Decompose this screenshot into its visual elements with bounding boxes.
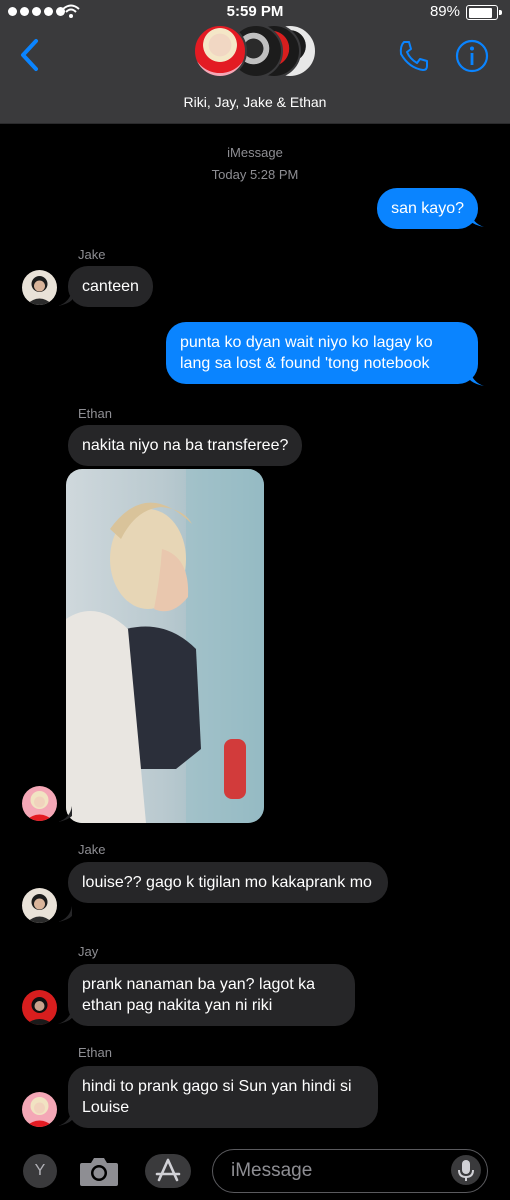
message-input[interactable] [231, 1150, 431, 1191]
service-label: iMessage [227, 145, 283, 160]
incoming-message[interactable]: louise?? gago k tigilan mo kakaprank mo [68, 862, 388, 903]
bubble-tail [58, 906, 72, 922]
thread-timestamp: Today 5:28 PM [211, 167, 299, 182]
bubble-tail [470, 370, 484, 386]
avatar [193, 24, 247, 78]
incoming-message[interactable]: hindi to prank gago si Sun yan hindi si … [68, 1066, 378, 1128]
message-composer: Y [0, 1142, 510, 1200]
sender-name: Jake [78, 247, 106, 262]
bubble-tail [58, 290, 72, 306]
incoming-message[interactable]: nakita niyo na ba transferee? [68, 425, 303, 466]
battery-icon [466, 5, 502, 20]
appstore-button[interactable] [145, 1154, 191, 1188]
bubble-tail [470, 211, 484, 227]
conversation-header: Riki, Jay, Jake & Ethan [0, 24, 510, 124]
incoming-message[interactable]: prank nanaman ba yan? lagot ka ethan pag… [68, 964, 355, 1026]
avatar[interactable] [22, 270, 57, 305]
conversation-title[interactable]: Riki, Jay, Jake & Ethan [0, 94, 510, 110]
appstore-icon [155, 1158, 181, 1182]
chevron-left-icon[interactable] [16, 38, 46, 72]
message-input-container [212, 1149, 488, 1193]
bubble-tail [58, 1110, 72, 1126]
microphone-button[interactable] [451, 1155, 481, 1185]
sender-name: Jay [78, 944, 99, 959]
sender-name: Ethan [78, 406, 112, 421]
avatar[interactable] [22, 990, 57, 1025]
sender-name: Jake [78, 842, 106, 857]
outgoing-message[interactable]: san kayo? [377, 188, 478, 229]
photo-attachment[interactable] [66, 469, 264, 823]
apps-button[interactable]: Y [23, 1154, 57, 1188]
battery-percentage: 89% [429, 3, 460, 20]
outgoing-message[interactable]: punta ko dyan wait niyo ko lagay ko lang… [166, 322, 478, 384]
avatar[interactable] [22, 888, 57, 923]
status-bar: 5:59 PM 89% [0, 0, 510, 24]
group-avatar-stack[interactable] [193, 24, 317, 80]
bubble-tail [58, 806, 72, 822]
avatar[interactable] [22, 1092, 57, 1127]
microphone-icon [458, 1160, 474, 1181]
avatar[interactable] [22, 786, 57, 821]
incoming-message[interactable]: canteen [68, 266, 153, 307]
bubble-tail [58, 1008, 72, 1024]
sender-name: Ethan [78, 1045, 112, 1060]
camera-icon[interactable] [78, 1154, 120, 1188]
info-icon[interactable] [454, 38, 490, 74]
phone-icon[interactable] [396, 38, 432, 74]
